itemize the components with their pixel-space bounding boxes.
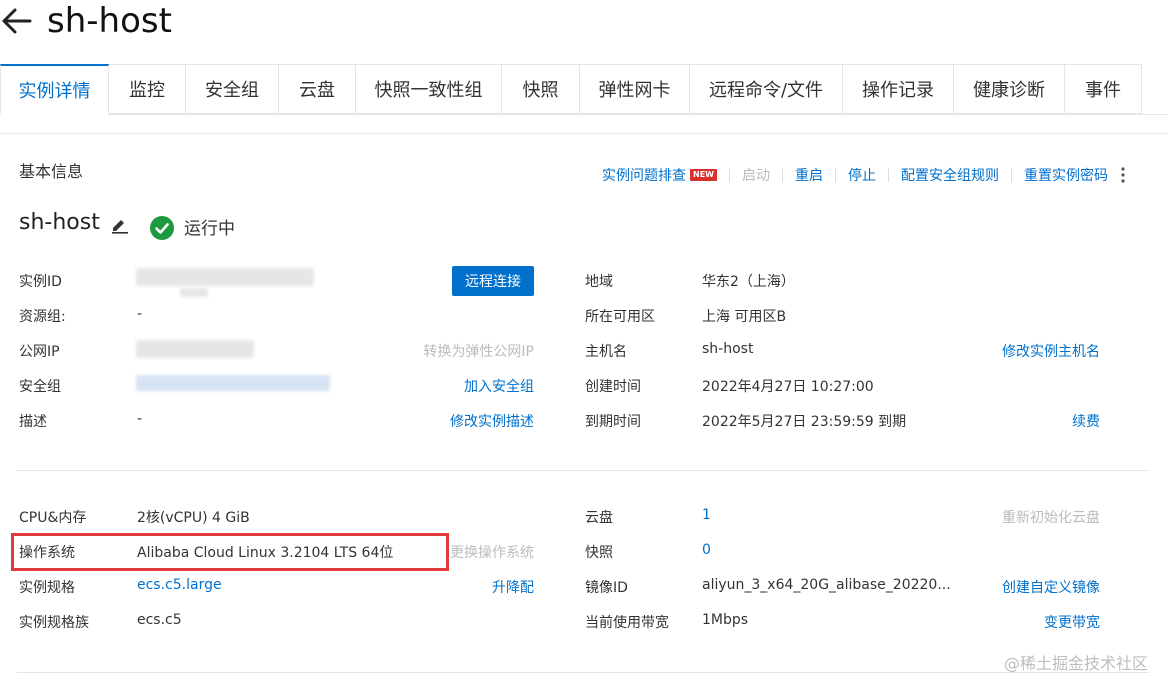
action-separator bbox=[834, 168, 836, 182]
public-ip-value-redacted bbox=[136, 340, 254, 358]
watermark-text: @稀土掘金技术社区 bbox=[1003, 654, 1148, 673]
action-separator bbox=[887, 168, 889, 182]
tab-monitoring[interactable]: 监控 bbox=[109, 64, 186, 114]
change-os-link[interactable]: 更换操作系统 bbox=[450, 542, 534, 562]
upgrade-downgrade-link[interactable]: 升降配 bbox=[492, 577, 534, 597]
tab-disks[interactable]: 云盘 bbox=[279, 64, 356, 114]
tab-security-group[interactable]: 安全组 bbox=[186, 64, 279, 114]
security-group-label: 安全组 bbox=[19, 379, 61, 395]
cpu-memory-value: 2核(vCPU) 4 GiB bbox=[137, 510, 250, 526]
restart-link[interactable]: 重启 bbox=[795, 165, 823, 185]
status-text: 运行中 bbox=[184, 219, 235, 239]
tab-health-diagnosis[interactable]: 健康诊断 bbox=[954, 64, 1065, 114]
status-ok-icon bbox=[150, 216, 174, 240]
remote-connect-button[interactable]: 远程连接 bbox=[452, 266, 534, 296]
region-label: 地域 bbox=[585, 274, 613, 290]
section-divider bbox=[17, 672, 1149, 673]
troubleshoot-link[interactable]: 实例问题排查 bbox=[602, 165, 686, 185]
os-highlight-box bbox=[11, 533, 449, 571]
more-vertical-icon[interactable] bbox=[1120, 166, 1126, 184]
cpu-memory-label: CPU&内存 bbox=[19, 510, 87, 526]
tab-underline bbox=[108, 114, 1168, 115]
description-label: 描述 bbox=[19, 414, 47, 430]
section-title: 基本信息 bbox=[19, 162, 84, 181]
security-group-value-redacted[interactable] bbox=[136, 375, 330, 391]
zone-value: 上海 可用区B bbox=[702, 309, 787, 325]
reset-password-link[interactable]: 重置实例密码 bbox=[1024, 165, 1108, 185]
reinit-disk-link[interactable]: 重新初始化云盘 bbox=[1002, 507, 1100, 527]
public-ip-label: 公网IP bbox=[19, 344, 60, 360]
section-divider bbox=[17, 470, 1149, 471]
tab-snapshots[interactable]: 快照 bbox=[502, 64, 580, 114]
change-bandwidth-link[interactable]: 变更带宽 bbox=[1044, 612, 1100, 632]
tab-snapshot-consistency-group[interactable]: 快照一致性组 bbox=[356, 64, 502, 114]
created-time-value: 2022年4月27日 10:27:00 bbox=[702, 379, 874, 395]
instance-spec-label: 实例规格 bbox=[19, 580, 75, 596]
snapshot-label: 快照 bbox=[585, 545, 613, 561]
convert-eip-link[interactable]: 转换为弹性公网IP bbox=[423, 341, 534, 361]
tab-operation-logs[interactable]: 操作记录 bbox=[843, 64, 954, 114]
start-link[interactable]: 启动 bbox=[742, 165, 770, 185]
resource-group-label: 资源组: bbox=[19, 309, 66, 325]
expire-time-label: 到期时间 bbox=[585, 414, 641, 430]
new-badge: NEW bbox=[690, 169, 717, 181]
instance-id-value-redacted bbox=[136, 268, 314, 286]
create-custom-image-link[interactable]: 创建自定义镜像 bbox=[1002, 577, 1100, 597]
back-arrow-icon[interactable] bbox=[0, 4, 34, 38]
tab-remote-commands[interactable]: 远程命令/文件 bbox=[690, 64, 843, 114]
action-separator bbox=[1010, 168, 1012, 182]
instance-id-value-redacted bbox=[180, 288, 208, 297]
header-divider bbox=[0, 133, 1168, 134]
expire-time-value: 2022年5月27日 23:59:59 到期 bbox=[702, 414, 907, 430]
disk-label: 云盘 bbox=[585, 510, 613, 526]
snapshot-count-link[interactable]: 0 bbox=[702, 542, 711, 558]
join-security-group-link[interactable]: 加入安全组 bbox=[464, 376, 534, 396]
action-bar: 实例问题排查 NEW 启动 重启 停止 配置安全组规则 重置实例密码 bbox=[602, 165, 1126, 185]
edit-pencil-icon[interactable] bbox=[110, 216, 128, 234]
created-time-label: 创建时间 bbox=[585, 379, 641, 395]
image-id-label: 镜像ID bbox=[585, 580, 628, 596]
edit-hostname-link[interactable]: 修改实例主机名 bbox=[1002, 341, 1100, 361]
hostname-value: sh-host bbox=[702, 341, 754, 357]
image-id-value: aliyun_3_x64_20G_alibase_20220... bbox=[702, 577, 951, 593]
page-title: sh-host bbox=[47, 1, 172, 41]
bandwidth-value: 1Mbps bbox=[702, 612, 749, 628]
instance-id-label: 实例ID bbox=[19, 274, 62, 290]
config-security-group-link[interactable]: 配置安全组规则 bbox=[901, 165, 999, 185]
action-separator bbox=[728, 168, 730, 182]
tab-bar: 实例详情 监控 安全组 云盘 快照一致性组 快照 弹性网卡 远程命令/文件 操作… bbox=[0, 64, 1142, 116]
renew-link[interactable]: 续费 bbox=[1072, 411, 1100, 431]
resource-group-value: - bbox=[137, 306, 143, 322]
instance-spec-link[interactable]: ecs.c5.large bbox=[137, 577, 222, 593]
tab-eni[interactable]: 弹性网卡 bbox=[580, 64, 690, 114]
host-name: sh-host bbox=[19, 210, 100, 235]
disk-count-link[interactable]: 1 bbox=[702, 507, 711, 523]
spec-family-value: ecs.c5 bbox=[137, 612, 182, 628]
region-value: 华东2（上海） bbox=[702, 274, 795, 290]
tab-events[interactable]: 事件 bbox=[1065, 64, 1142, 114]
bandwidth-label: 当前使用带宽 bbox=[585, 615, 669, 631]
stop-link[interactable]: 停止 bbox=[848, 165, 876, 185]
action-separator bbox=[781, 168, 783, 182]
spec-family-label: 实例规格族 bbox=[19, 615, 89, 631]
edit-description-link[interactable]: 修改实例描述 bbox=[450, 411, 534, 431]
hostname-label: 主机名 bbox=[585, 344, 627, 360]
zone-label: 所在可用区 bbox=[585, 309, 655, 325]
description-value: - bbox=[137, 411, 143, 427]
tab-instance-details[interactable]: 实例详情 bbox=[0, 64, 109, 114]
